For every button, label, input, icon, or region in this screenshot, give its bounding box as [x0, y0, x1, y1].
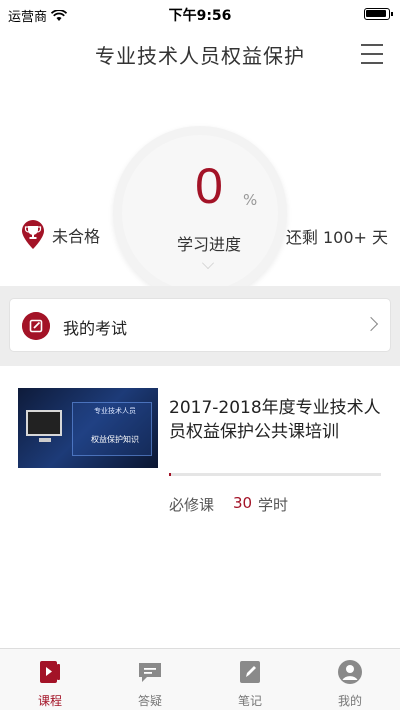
my-exam-button[interactable]: 我的考试: [9, 298, 391, 352]
my-exam-label: 我的考试: [63, 319, 128, 338]
page-title: 专业技术人员权益保护: [95, 44, 305, 68]
chat-icon: [139, 663, 161, 682]
tab-qa[interactable]: 答疑: [100, 649, 200, 710]
pass-status-label: 未合格: [52, 227, 101, 246]
tab-profile[interactable]: 我的: [300, 649, 400, 710]
trophy-icon: [22, 220, 44, 249]
tab-label: 答疑: [137, 694, 162, 708]
progress-ring[interactable]: 0 % 学习进度: [113, 126, 287, 300]
tab-label: 我的: [337, 694, 362, 708]
progress-value: 0: [195, 158, 223, 214]
course-type: 必修课: [169, 496, 215, 514]
monitor-icon: [26, 410, 62, 436]
clock: 下午9:56: [168, 8, 232, 24]
tab-notes[interactable]: 笔记: [200, 649, 300, 710]
thumbnail-title: 权益保护知识: [91, 435, 139, 444]
course-hours-unit: 学时: [258, 496, 289, 514]
thumbnail-caption: 专业技术人员: [94, 407, 136, 415]
edit-icon: [22, 312, 50, 340]
progress-unit: %: [243, 191, 258, 209]
chevron-right-icon: [363, 316, 379, 332]
menu-icon[interactable]: [361, 44, 383, 64]
tab-label: 笔记: [237, 694, 262, 708]
status-bar: 运营商 下午9:56: [0, 0, 400, 30]
note-icon: [240, 661, 260, 683]
course-thumbnail[interactable]: 专业技术人员 权益保护知识: [18, 388, 158, 468]
course-card[interactable]: 专业技术人员 权益保护知识 2017-2018年度专业技术人员权益保护公共课培训…: [0, 366, 400, 546]
progress-section: 0 % 学习进度 未合格 还剩 100+ 天: [0, 80, 400, 300]
pass-status: 未合格: [20, 220, 100, 250]
tab-course[interactable]: 课程: [0, 649, 100, 710]
tab-label: 课程: [37, 694, 62, 708]
progress-label: 学习进度: [176, 235, 241, 254]
course-progress-fill: [169, 473, 172, 476]
course-progress-bar: [169, 473, 381, 476]
battery-icon: [364, 8, 393, 20]
course-title[interactable]: 2017-2018年度专业技术人员权益保护公共课培训: [169, 396, 389, 444]
days-remaining: 还剩 100+ 天: [285, 228, 388, 247]
course-icon: [40, 661, 60, 683]
tab-bar: 课程 答疑 笔记 我的: [0, 648, 400, 710]
user-icon: [338, 660, 362, 684]
chevron-down-icon: [202, 257, 214, 269]
course-hours: 30: [233, 494, 253, 512]
header: 专业技术人员权益保护: [0, 30, 400, 78]
